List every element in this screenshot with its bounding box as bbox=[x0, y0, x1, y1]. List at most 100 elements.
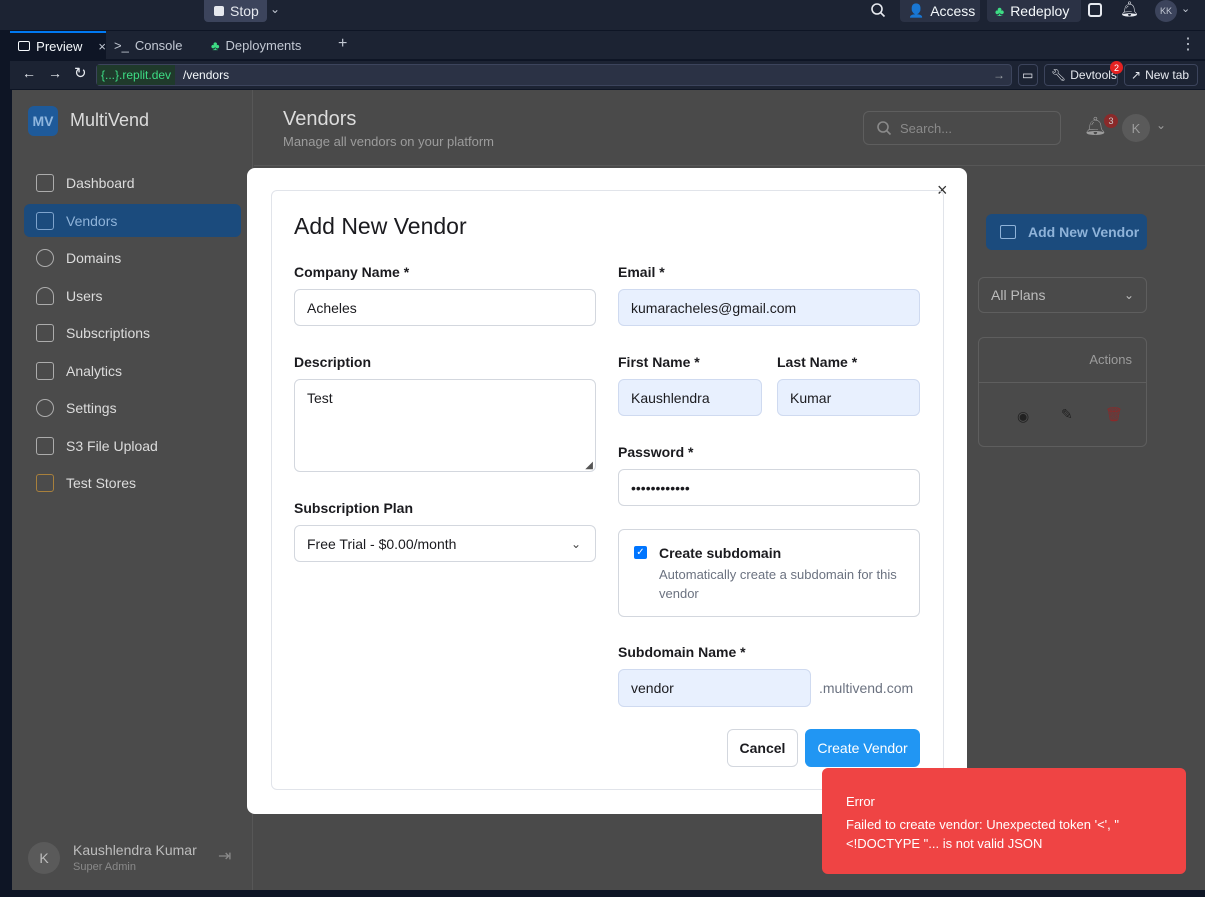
tab-deployments[interactable]: ♣ Deployments bbox=[203, 31, 328, 59]
sidebar-item-label: Test Stores bbox=[66, 474, 137, 491]
more-options-icon[interactable]: ⋮ bbox=[1180, 34, 1196, 54]
description-value: Test bbox=[307, 390, 333, 406]
search-input[interactable]: Search... bbox=[863, 111, 1061, 145]
device-icon[interactable]: ▭ bbox=[1018, 64, 1038, 86]
sidebar-item-label: Settings bbox=[66, 399, 117, 416]
store-icon bbox=[1000, 225, 1016, 239]
search-icon bbox=[877, 121, 892, 136]
first-name-label: First Name * bbox=[618, 354, 700, 370]
vendors-table: Actions ◉ ✎ 🗑︎ bbox=[978, 337, 1147, 447]
url-input[interactable]: {...}.replit.dev /vendors → bbox=[96, 64, 1012, 86]
chevron-down-icon[interactable]: ⌄ bbox=[1181, 2, 1190, 15]
sidebar-item-label: Analytics bbox=[66, 362, 123, 379]
last-name-label: Last Name * bbox=[777, 354, 858, 370]
sidebar-item-label: Dashboard bbox=[66, 174, 135, 191]
sidebar-item-domains[interactable]: Domains bbox=[24, 241, 241, 274]
bell-icon[interactable]: 🔔︎ bbox=[1120, 0, 1139, 18]
table-header-divider bbox=[979, 382, 1146, 383]
redeploy-button[interactable]: ♣ Redeploy bbox=[987, 0, 1081, 22]
reload-icon[interactable]: ↻ bbox=[74, 64, 87, 82]
forward-icon[interactable]: → bbox=[48, 65, 62, 81]
gear-icon bbox=[36, 398, 54, 417]
users-icon bbox=[36, 286, 54, 305]
subscription-plan-select[interactable]: Free Trial - $0.00/month ⌄ bbox=[294, 525, 596, 562]
dialog-content: Add New Vendor Company Name * Acheles Em… bbox=[271, 190, 944, 790]
stop-label: Stop bbox=[230, 3, 259, 19]
description-label: Description bbox=[294, 354, 372, 370]
avatar: K bbox=[28, 842, 60, 874]
tab-console[interactable]: >_ Console bbox=[106, 31, 202, 59]
sidebar-item-s3-upload[interactable]: S3 File Upload bbox=[24, 429, 241, 462]
company-name-input[interactable]: Acheles bbox=[294, 289, 596, 326]
edit-icon[interactable]: ✎ bbox=[1061, 406, 1073, 423]
resize-handle-icon[interactable]: ◢ bbox=[585, 460, 593, 471]
plan-filter-select[interactable]: All Plans ⌄ bbox=[978, 277, 1147, 313]
subdomain-suffix: .multivend.com bbox=[819, 680, 914, 696]
wrench-icon: 🔧︎ bbox=[1051, 68, 1067, 82]
sidebar-item-label: Domains bbox=[66, 249, 122, 266]
add-vendor-label: Add New Vendor bbox=[1028, 224, 1140, 240]
toast-title: Error bbox=[846, 794, 875, 809]
description-textarea[interactable]: Test ◢ bbox=[294, 379, 596, 472]
window-icon[interactable] bbox=[1088, 3, 1102, 17]
create-vendor-button[interactable]: Create Vendor bbox=[805, 729, 920, 767]
avatar[interactable]: K bbox=[1122, 114, 1150, 142]
devtools-badge: 2 bbox=[1110, 61, 1123, 74]
replit-topbar: Stop ⌄ 👤 Access ♣ Redeploy 🔔︎ KK ⌄ bbox=[0, 0, 1205, 30]
eye-icon[interactable]: ◉ bbox=[1017, 408, 1029, 425]
chevron-down-icon: ⌄ bbox=[570, 536, 581, 551]
subdomain-name-input[interactable]: vendor bbox=[618, 669, 811, 707]
trash-icon[interactable]: 🗑︎ bbox=[1105, 406, 1123, 423]
logout-icon[interactable]: ⇥ bbox=[218, 846, 231, 866]
company-name-label: Company Name * bbox=[294, 264, 410, 280]
password-input[interactable]: •••••••••••• bbox=[618, 469, 920, 506]
external-link-icon: ↗ bbox=[1131, 68, 1142, 82]
create-subdomain-desc: Automatically create a subdomain for thi… bbox=[659, 567, 897, 601]
add-user-icon: 👤 bbox=[908, 3, 925, 18]
chevron-down-icon[interactable]: ⌄ bbox=[270, 2, 280, 16]
devtools-button[interactable]: 🔧︎ Devtools 2 bbox=[1044, 61, 1123, 86]
table-header-actions: Actions bbox=[1089, 352, 1132, 367]
go-icon[interactable]: → bbox=[993, 68, 1005, 82]
search-icon[interactable] bbox=[870, 2, 886, 21]
terminal-icon: >_ bbox=[114, 37, 129, 53]
back-icon[interactable]: ← bbox=[22, 65, 36, 81]
sidebar-item-analytics[interactable]: Analytics bbox=[24, 354, 241, 387]
sidebar-item-dashboard[interactable]: Dashboard bbox=[24, 166, 241, 199]
new-tab-button[interactable]: ↗ New tab bbox=[1124, 64, 1198, 86]
chevron-down-icon[interactable]: ⌄ bbox=[1156, 118, 1166, 132]
add-vendor-button[interactable]: Add New Vendor bbox=[986, 214, 1147, 250]
chart-icon bbox=[36, 361, 54, 380]
close-icon[interactable]: × bbox=[98, 39, 106, 54]
user-name: Kaushlendra Kumar bbox=[73, 842, 197, 858]
monitor-icon bbox=[18, 41, 31, 51]
email-label: Email * bbox=[618, 264, 665, 280]
new-tab-label: New tab bbox=[1145, 68, 1190, 82]
access-button[interactable]: 👤 Access bbox=[900, 0, 980, 22]
cancel-button[interactable]: Cancel bbox=[727, 729, 798, 767]
sidebar-item-label: S3 File Upload bbox=[66, 437, 158, 454]
user-role: Super Admin bbox=[73, 861, 136, 873]
brand-name: MultiVend bbox=[70, 110, 150, 130]
add-tab-icon[interactable]: + bbox=[338, 35, 347, 53]
add-vendor-dialog: × Add New Vendor Company Name * Acheles … bbox=[247, 168, 967, 814]
user-avatar[interactable]: KK bbox=[1155, 0, 1177, 22]
last-name-input[interactable]: Kumar bbox=[777, 379, 920, 416]
sidebar-item-test-stores[interactable]: Test Stores bbox=[24, 466, 241, 499]
sidebar-item-vendors[interactable]: Vendors bbox=[24, 204, 241, 237]
stop-icon bbox=[214, 6, 224, 16]
tab-preview[interactable]: Preview × bbox=[10, 31, 106, 59]
dialog-title: Add New Vendor bbox=[294, 213, 467, 239]
sidebar-item-label: Users bbox=[66, 287, 103, 304]
first-name-input[interactable]: Kaushlendra bbox=[618, 379, 762, 416]
url-domain: {...}.replit.dev bbox=[97, 65, 176, 85]
create-subdomain-checkbox[interactable]: ✓ bbox=[634, 546, 647, 559]
sidebar-item-subscriptions[interactable]: Subscriptions bbox=[24, 316, 241, 349]
sidebar-item-settings[interactable]: Settings bbox=[24, 391, 241, 424]
globe-icon bbox=[36, 248, 54, 267]
dashboard-icon bbox=[36, 173, 54, 192]
sidebar-item-users[interactable]: Users bbox=[24, 279, 241, 312]
user-profile[interactable]: K Kaushlendra Kumar Super Admin ⇥ bbox=[28, 842, 238, 878]
email-input[interactable]: kumaracheles@gmail.com bbox=[618, 289, 920, 326]
stop-button[interactable]: Stop bbox=[204, 0, 267, 22]
